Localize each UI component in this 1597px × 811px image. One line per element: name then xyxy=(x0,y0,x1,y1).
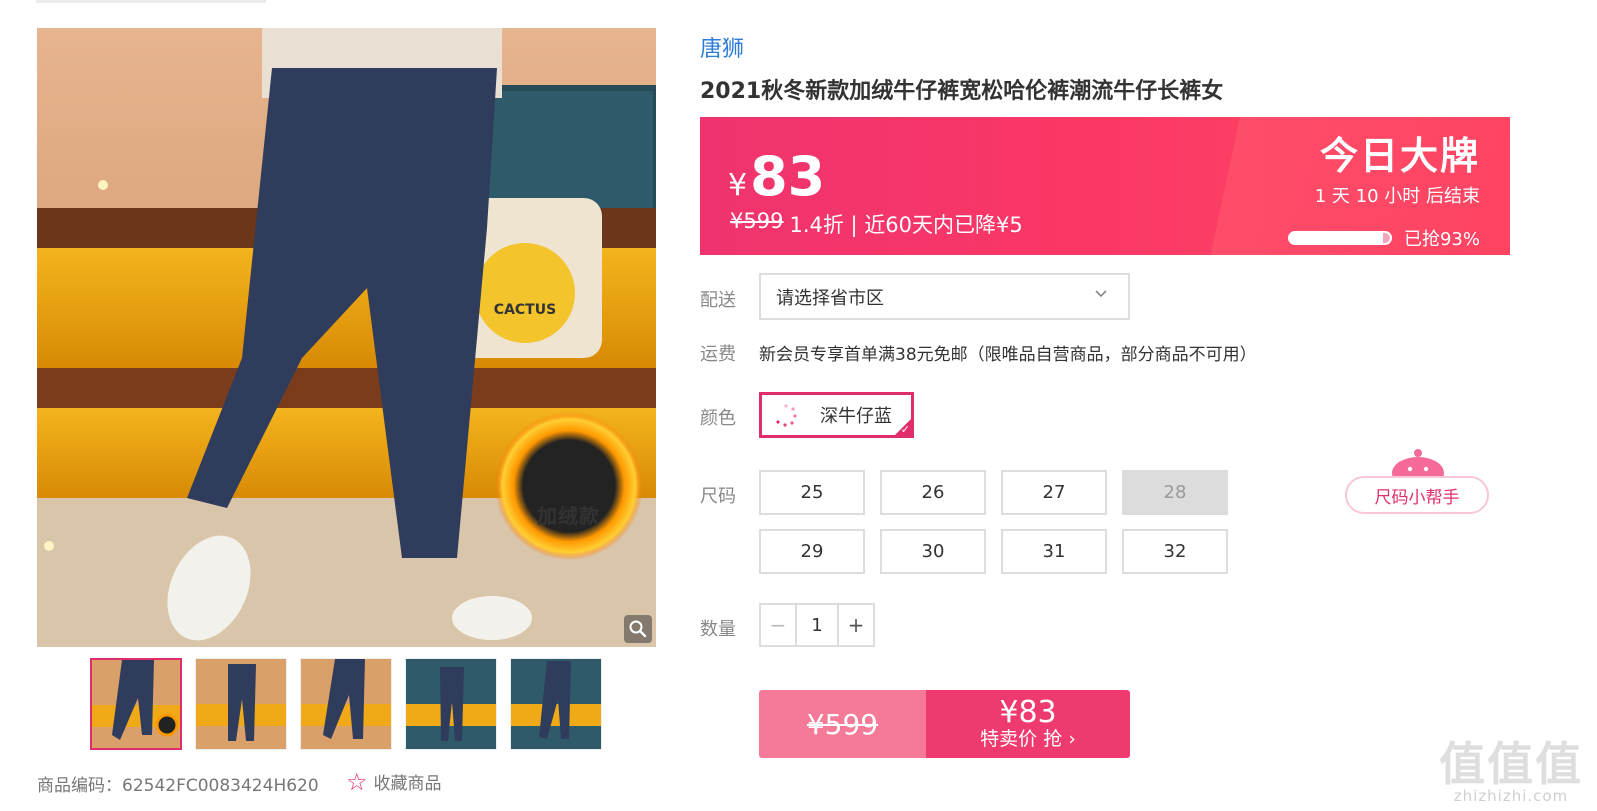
increase-button[interactable]: + xyxy=(837,605,873,645)
sold-progress: 已抢93% xyxy=(1287,225,1480,251)
fleece-badge: 加绒款 xyxy=(537,504,600,528)
size-option[interactable]: 30 xyxy=(880,529,986,574)
thumbnail[interactable] xyxy=(405,658,497,750)
region-placeholder: 请选择省市区 xyxy=(776,287,884,309)
price-banner: ¥ 83 ¥599 1.4折 | 近60天内已降¥5 今日大牌 1 天 10 小… xyxy=(700,117,1510,255)
price-value: 83 xyxy=(750,145,826,208)
loading-icon xyxy=(772,401,800,429)
current-price: ¥ 83 xyxy=(728,145,825,208)
price-sub: ¥599 1.4折 | 近60天内已降¥5 xyxy=(730,209,1023,239)
size-option: 28 xyxy=(1122,470,1228,515)
zoom-button[interactable] xyxy=(624,615,652,643)
svg-text:CACTUS: CACTUS xyxy=(494,302,556,318)
quantity-stepper: − 1 + xyxy=(759,603,875,647)
color-label: 颜色 xyxy=(700,408,736,429)
main-product-image[interactable]: CACTUS 加绒款 xyxy=(37,28,656,647)
size-option[interactable]: 29 xyxy=(759,529,865,574)
thumbnail-strip xyxy=(90,658,602,750)
promo-title: 今日大牌 xyxy=(1319,134,1480,178)
check-icon: ✓ xyxy=(900,423,910,436)
watermark: 值值值 zhizhizhi.com xyxy=(1439,741,1583,805)
size-options: 25 26 27 28 29 30 31 32 xyxy=(759,470,1229,574)
magnifier-icon xyxy=(629,620,647,638)
watermark-url: zhizhizhi.com xyxy=(1453,787,1569,805)
watermark-logo: 值值值 xyxy=(1439,737,1583,791)
size-option[interactable]: 26 xyxy=(880,470,986,515)
color-name: 深牛仔蓝 xyxy=(820,406,892,427)
size-option[interactable]: 31 xyxy=(1001,529,1107,574)
freight-label: 运费 xyxy=(700,344,736,365)
size-label: 尺码 xyxy=(700,486,736,507)
thumbnail[interactable] xyxy=(90,658,182,750)
shipping-label: 配送 xyxy=(700,290,736,311)
favorite-label: 收藏商品 xyxy=(373,774,442,794)
original-price: ¥599 xyxy=(730,209,784,233)
color-option-selected[interactable]: 深牛仔蓝 ✓ xyxy=(759,392,914,438)
decrease-button[interactable]: − xyxy=(761,605,797,645)
thumbnail[interactable] xyxy=(300,658,392,750)
size-option[interactable]: 32 xyxy=(1122,529,1228,574)
buy-sale-price: ¥83 xyxy=(999,694,1057,730)
product-photo: CACTUS xyxy=(37,28,656,647)
progress-bar xyxy=(1287,231,1392,245)
favorite-button[interactable]: ☆ 收藏商品 xyxy=(346,767,442,796)
quantity-label: 数量 xyxy=(700,619,736,640)
top-divider xyxy=(36,0,266,3)
quantity-value[interactable]: 1 xyxy=(797,605,837,645)
region-select[interactable]: 请选择省市区 xyxy=(759,273,1130,320)
freight-text: 新会员专享首单满38元免邮（限唯品自营商品，部分商品不可用） xyxy=(759,345,1257,365)
product-code: 商品编码：62542FC0083424H620 xyxy=(37,776,319,796)
chevron-down-icon xyxy=(1094,286,1108,305)
buy-original-price: ¥599 xyxy=(759,690,926,758)
currency-symbol: ¥ xyxy=(728,168,748,203)
discount-info: 1.4折 | 近60天内已降¥5 xyxy=(789,213,1023,237)
progress-rest xyxy=(1382,233,1390,243)
sold-text: 已抢93% xyxy=(1403,229,1480,250)
size-option[interactable]: 25 xyxy=(759,470,865,515)
countdown: 1 天 10 小时 后结束 xyxy=(1314,186,1480,207)
thumbnail[interactable] xyxy=(510,658,602,750)
product-title: 2021秋冬新款加绒牛仔裤宽松哈伦裤潮流牛仔长裤女 xyxy=(700,79,1224,104)
brand-link[interactable]: 唐狮 xyxy=(700,31,744,63)
buy-action-label: 特卖价 抢 › xyxy=(980,728,1076,751)
star-icon: ☆ xyxy=(346,767,368,796)
progress-fill xyxy=(1289,233,1383,243)
buy-sale: ¥83 特卖价 抢 › xyxy=(926,690,1130,758)
size-option[interactable]: 27 xyxy=(1001,470,1107,515)
buy-button[interactable]: ¥599 ¥83 特卖价 抢 › xyxy=(759,690,1130,758)
size-helper-button[interactable]: 尺码小帮手 xyxy=(1345,476,1489,514)
thumbnail[interactable] xyxy=(195,658,287,750)
